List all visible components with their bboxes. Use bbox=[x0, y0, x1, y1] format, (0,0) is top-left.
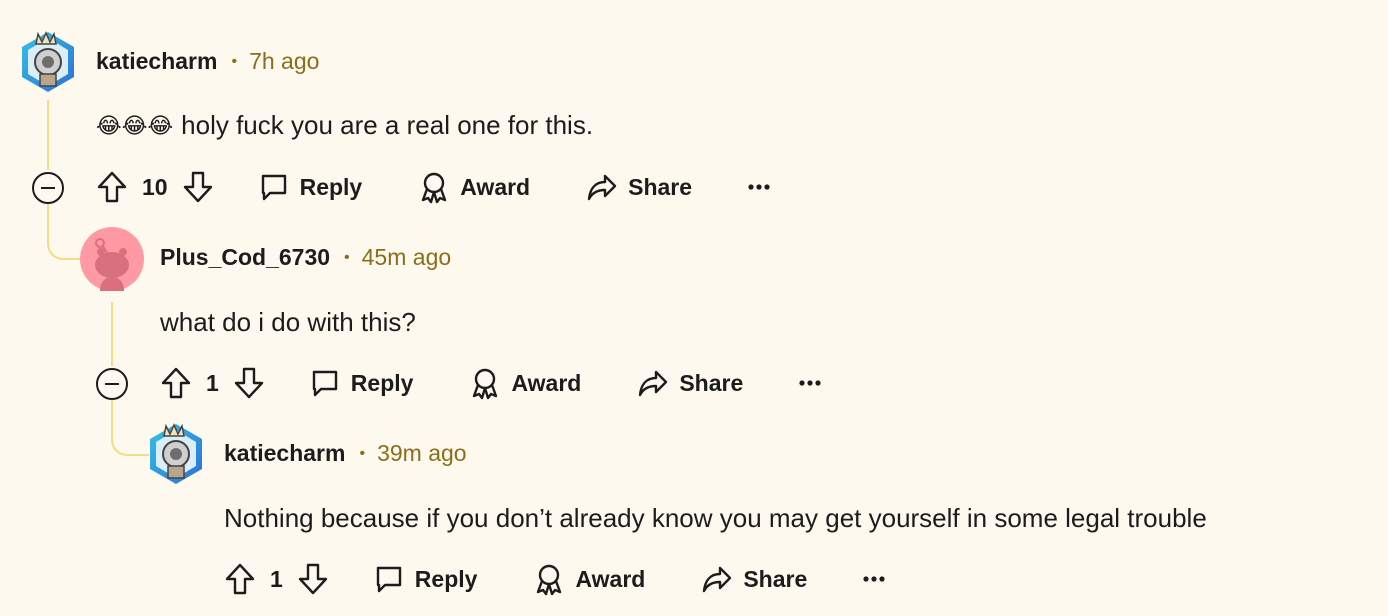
share-button[interactable]: Share bbox=[586, 171, 692, 203]
downvote-arrow-icon[interactable] bbox=[233, 366, 265, 400]
comment-meta: • 45m ago bbox=[344, 244, 451, 271]
thread-line-level1[interactable] bbox=[47, 100, 49, 170]
thread-branch-level1 bbox=[47, 202, 83, 260]
upvote-arrow-icon[interactable] bbox=[224, 562, 256, 596]
more-options-button[interactable] bbox=[863, 575, 885, 583]
separator-dot: • bbox=[231, 52, 238, 70]
reply-button[interactable]: Reply bbox=[309, 367, 414, 399]
timestamp[interactable]: 39m ago bbox=[377, 440, 467, 467]
comment-text: Nothing because if you don’t already kno… bbox=[224, 503, 1207, 533]
upvote-arrow-icon[interactable] bbox=[160, 366, 192, 400]
collapse-thread-button[interactable] bbox=[32, 172, 64, 204]
share-label: Share bbox=[679, 369, 744, 396]
comment-action-bar: 1 Reply Award Share bbox=[160, 366, 821, 400]
upvote-arrow-icon[interactable] bbox=[96, 170, 128, 204]
share-button[interactable]: Share bbox=[701, 563, 807, 595]
more-options-button[interactable] bbox=[748, 183, 770, 191]
reply-label: Reply bbox=[350, 369, 414, 396]
comment-header: Plus_Cod_6730 • 45m ago bbox=[160, 244, 451, 271]
downvote-arrow-icon[interactable] bbox=[297, 562, 329, 596]
username[interactable]: katiecharm bbox=[224, 440, 345, 467]
award-button[interactable]: Award bbox=[469, 366, 581, 400]
thread-line-level2[interactable] bbox=[111, 302, 113, 366]
share-arrow-icon bbox=[703, 566, 732, 593]
comment-header: katiecharm • 7h ago bbox=[96, 48, 319, 75]
robot-avatar-icon bbox=[150, 423, 202, 484]
comment-meta: • 7h ago bbox=[231, 48, 319, 75]
share-arrow-icon bbox=[639, 370, 668, 397]
username[interactable]: katiecharm bbox=[96, 48, 217, 75]
downvote-arrow-icon[interactable] bbox=[182, 170, 214, 204]
chat-bubble-icon bbox=[312, 370, 337, 397]
comment-header: katiecharm • 39m ago bbox=[224, 440, 467, 467]
reply-label: Reply bbox=[299, 173, 363, 200]
award-label: Award bbox=[460, 173, 531, 200]
more-dots-icon bbox=[799, 380, 821, 386]
robot-avatar-icon bbox=[22, 31, 74, 92]
comment-text: what do i do with this? bbox=[160, 307, 416, 337]
chat-bubble-icon bbox=[261, 174, 286, 201]
vote-group: 1 bbox=[160, 366, 265, 400]
more-dots-icon bbox=[863, 576, 885, 582]
share-label: Share bbox=[743, 565, 808, 592]
avatar[interactable] bbox=[80, 227, 144, 291]
share-label: Share bbox=[628, 173, 693, 200]
chat-bubble-icon bbox=[376, 566, 401, 593]
emoji: 😂 bbox=[96, 112, 122, 138]
laughing-emoji-group: 😂 😂 😂 bbox=[96, 113, 173, 139]
reply-button[interactable]: Reply bbox=[258, 171, 363, 203]
reply-label: Reply bbox=[414, 565, 478, 592]
comment-thread: katiecharm • 7h ago 😂 😂 😂 holy fuck you … bbox=[0, 0, 1388, 616]
comment-body: 😂 😂 😂 holy fuck you are a real one for t… bbox=[96, 110, 593, 141]
comment-meta: • 39m ago bbox=[359, 440, 466, 467]
vote-count: 1 bbox=[270, 565, 283, 592]
award-label: Award bbox=[575, 565, 646, 592]
award-button[interactable]: Award bbox=[418, 170, 530, 204]
username[interactable]: Plus_Cod_6730 bbox=[160, 244, 330, 271]
separator-dot: • bbox=[359, 444, 366, 462]
vote-count: 1 bbox=[206, 369, 219, 396]
avatar[interactable] bbox=[144, 420, 208, 484]
avatar[interactable] bbox=[16, 28, 80, 92]
award-ribbon-icon bbox=[422, 172, 447, 204]
more-options-button[interactable] bbox=[799, 379, 821, 387]
award-ribbon-icon bbox=[537, 564, 562, 596]
more-dots-icon bbox=[748, 184, 770, 190]
separator-dot: • bbox=[344, 248, 350, 266]
share-button[interactable]: Share bbox=[637, 367, 743, 399]
comment-body: what do i do with this? bbox=[160, 307, 416, 338]
timestamp[interactable]: 7h ago bbox=[249, 48, 319, 75]
award-button[interactable]: Award bbox=[533, 562, 645, 596]
vote-count: 10 bbox=[142, 173, 168, 200]
comment-body: Nothing because if you don’t already kno… bbox=[224, 503, 1207, 534]
emoji: 😂 bbox=[121, 112, 148, 138]
comment-text: holy fuck you are a real one for this. bbox=[181, 110, 594, 140]
emoji: 😂 bbox=[147, 112, 174, 138]
reply-button[interactable]: Reply bbox=[373, 563, 478, 595]
comment-action-bar: 10 Reply Award Share bbox=[96, 170, 770, 204]
default-snoo-avatar-icon bbox=[80, 227, 144, 291]
share-arrow-icon bbox=[587, 174, 617, 201]
award-label: Award bbox=[511, 369, 582, 396]
timestamp[interactable]: 45m ago bbox=[362, 244, 452, 271]
vote-group: 1 bbox=[224, 562, 329, 596]
vote-group: 10 bbox=[96, 170, 214, 204]
comment-action-bar: 1 Reply Award Share bbox=[224, 562, 885, 596]
collapse-thread-button[interactable] bbox=[96, 368, 128, 400]
award-ribbon-icon bbox=[473, 368, 498, 400]
